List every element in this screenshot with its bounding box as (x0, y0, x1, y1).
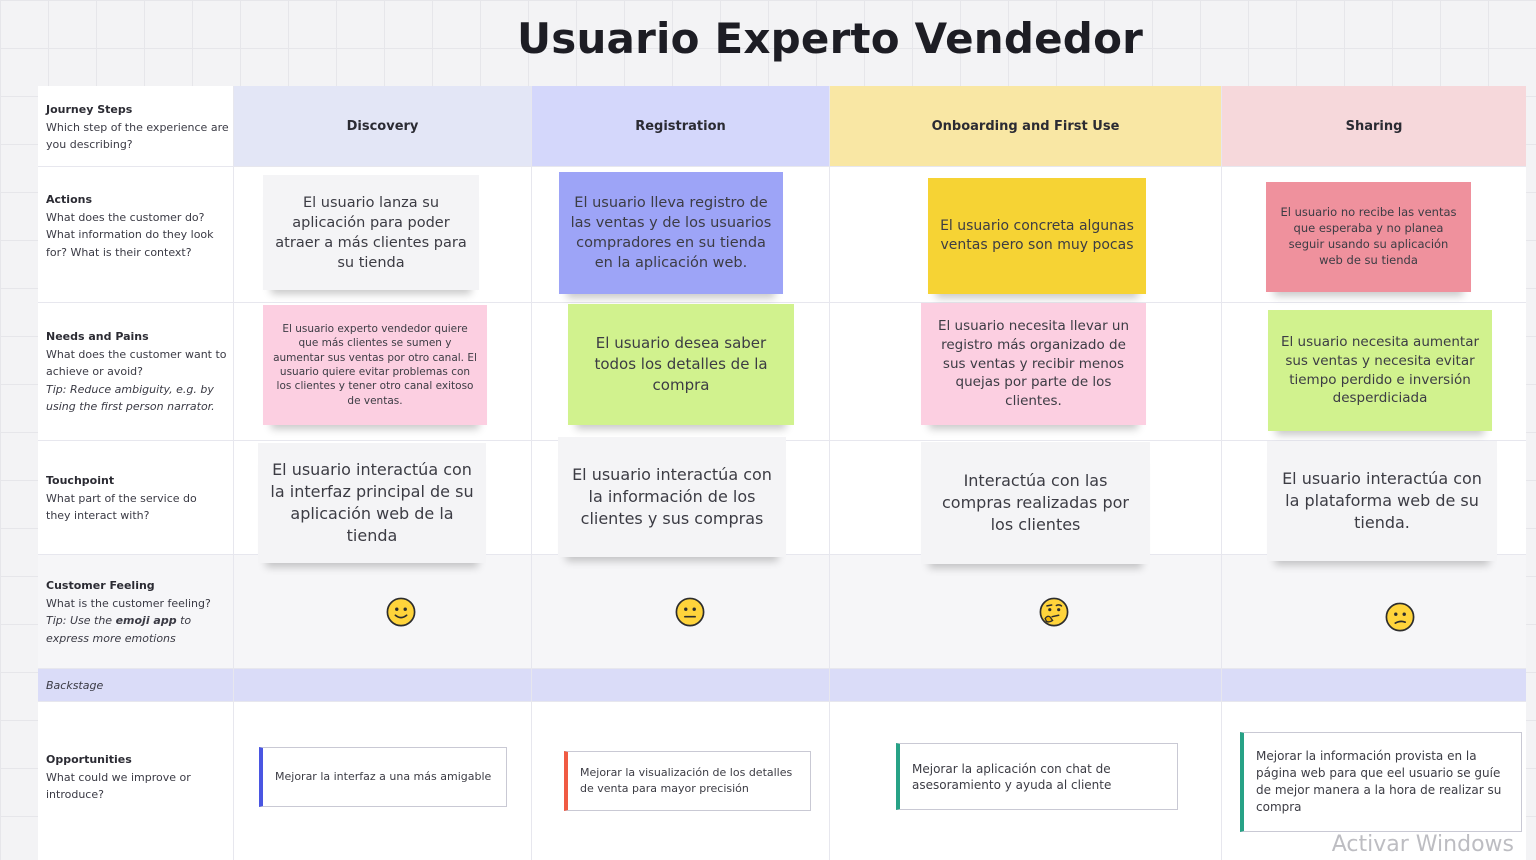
action-note-sharing[interactable]: El usuario no recibe las ventas que espe… (1266, 182, 1471, 292)
opportunity-card-discovery[interactable]: Mejorar la interfaz a una más amigable (259, 747, 507, 807)
backstage-band (38, 669, 1526, 701)
emoji-app-text: emoji app (115, 614, 177, 627)
row-heading: Opportunities (46, 753, 132, 766)
row-label-needs-pains: Needs and Pains What does the customer w… (46, 328, 230, 416)
opportunity-card-registration[interactable]: Mejorar la visualización de los detalles… (564, 751, 811, 811)
touchpoint-note-registration[interactable]: El usuario interactúa con la información… (558, 437, 786, 557)
column-divider (531, 86, 532, 860)
row-label-journey-steps: Journey Steps Which step of the experien… (46, 101, 230, 154)
needs-note-discovery[interactable]: El usuario experto vendedor quiere que m… (263, 305, 487, 425)
column-divider (829, 86, 830, 860)
row-divider (38, 166, 1526, 167)
touchpoint-note-discovery[interactable]: El usuario interactúa con la interfaz pr… (258, 443, 486, 563)
feeling-row-background (234, 555, 1526, 668)
row-label-backstage: Backstage (46, 679, 104, 692)
row-tip: Tip: Reduce ambiguity, e.g. by using the… (46, 382, 215, 414)
board-title: Usuario Experto Vendedor (516, 14, 1144, 63)
slightly-smiling-face-icon[interactable] (386, 597, 416, 627)
row-label-customer-feeling: Customer Feeling What is the customer fe… (46, 577, 226, 647)
needs-note-onboarding[interactable]: El usuario necesita llevar un registro m… (921, 303, 1146, 425)
step-header-discovery[interactable]: Discovery (234, 86, 531, 166)
opportunity-card-sharing[interactable]: Mejorar la información provista en la pá… (1240, 732, 1522, 832)
touchpoint-note-onboarding[interactable]: Interactúa con las compras realizadas po… (921, 442, 1150, 564)
step-header-onboarding[interactable]: Onboarding and First Use (830, 86, 1221, 166)
row-heading: Touchpoint (46, 474, 115, 487)
row-description: Which step of the experience are you des… (46, 120, 229, 152)
row-description: What does the customer do? What informat… (46, 210, 214, 259)
touchpoint-note-sharing[interactable]: El usuario interactúa con la plataforma … (1267, 441, 1497, 561)
action-note-registration[interactable]: El usuario lleva registro de las ventas … (559, 172, 783, 294)
column-divider (1221, 86, 1222, 860)
row-description: What is the customer feeling? (46, 596, 211, 610)
row-description: What could we improve or introduce? (46, 770, 191, 802)
needs-note-sharing[interactable]: El usuario necesita aumentar sus ventas … (1268, 310, 1492, 431)
row-divider (38, 701, 1526, 702)
row-label-touchpoint: Touchpoint What part of the service do t… (46, 472, 216, 525)
row-divider (38, 302, 1526, 303)
row-description: What part of the service do they interac… (46, 491, 197, 523)
step-header-sharing[interactable]: Sharing (1222, 86, 1526, 166)
step-header-registration[interactable]: Registration (532, 86, 829, 166)
row-heading: Actions (46, 193, 92, 206)
row-heading: Needs and Pains (46, 330, 149, 343)
row-heading: Customer Feeling (46, 579, 155, 592)
tip-prefix: Tip: Use the (46, 614, 116, 627)
neutral-face-icon[interactable] (675, 597, 705, 627)
action-note-discovery[interactable]: El usuario lanza su aplicación para pode… (263, 175, 479, 290)
thinking-face-icon[interactable] (1039, 597, 1069, 627)
column-divider (233, 86, 234, 860)
confused-face-icon[interactable] (1385, 602, 1415, 632)
activate-windows-watermark: Activar Windows (1331, 832, 1514, 857)
row-tip: Tip: Use the emoji app to express more e… (46, 612, 226, 647)
action-note-onboarding[interactable]: El usuario concreta algunas ventas pero … (928, 178, 1146, 294)
row-heading: Journey Steps (46, 103, 133, 116)
row-label-actions: Actions What does the customer do? What … (46, 191, 222, 261)
needs-note-registration[interactable]: El usuario desea saber todos los detalle… (568, 304, 794, 425)
row-divider (38, 668, 1526, 669)
row-description: What does the customer want to achieve o… (46, 347, 227, 379)
row-label-opportunities: Opportunities What could we improve or i… (46, 751, 216, 804)
opportunity-card-onboarding[interactable]: Mejorar la aplicación con chat de asesor… (896, 743, 1178, 810)
